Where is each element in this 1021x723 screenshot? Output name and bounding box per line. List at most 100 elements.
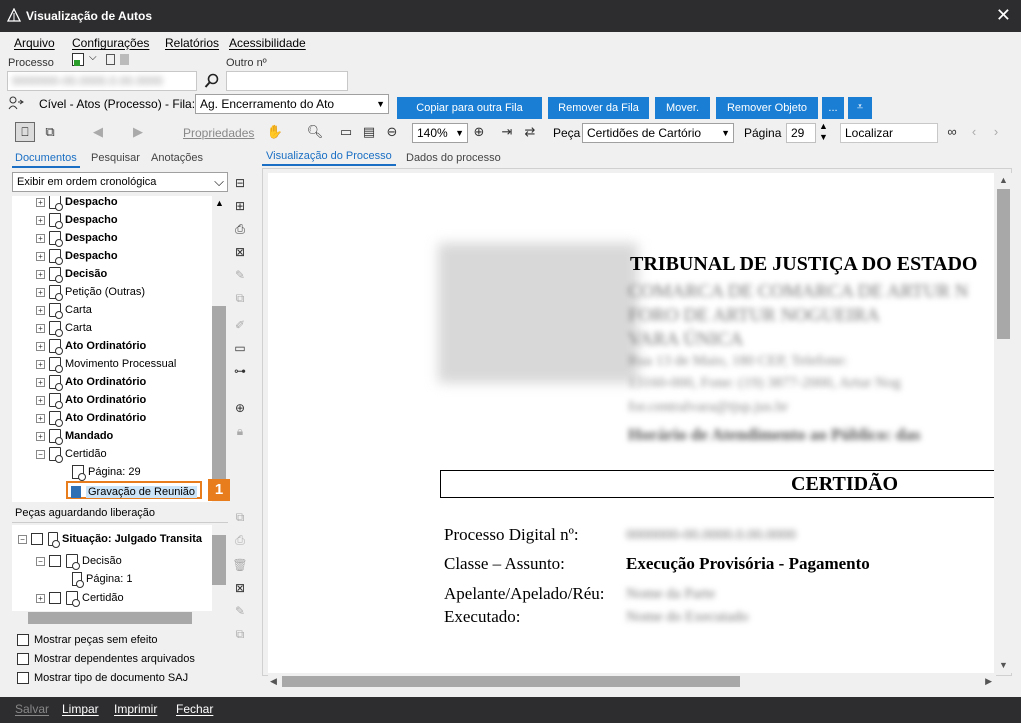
next-arrow-icon[interactable]: ▶	[128, 122, 148, 142]
pending-hscrollbar[interactable]	[12, 611, 226, 625]
save-button[interactable]: Salvar	[15, 702, 49, 716]
document-hscroll-thumb[interactable]	[282, 676, 740, 687]
tree-icon[interactable]: ⊶	[229, 361, 251, 381]
page-split-icon[interactable]: ⧉	[40, 122, 60, 142]
more-actions-button[interactable]: ...	[822, 97, 844, 119]
find-prev-icon[interactable]: ‹	[964, 122, 984, 142]
expand-toggle-icon[interactable]: +	[36, 359, 45, 369]
piece-select[interactable]: Certidões de Cartório ▼	[582, 123, 734, 143]
tree-item[interactable]: + Despacho	[36, 196, 118, 212]
expand-toggle-icon[interactable]: +	[36, 413, 45, 423]
remove-from-queue-button[interactable]: Remover da Fila	[548, 97, 649, 119]
expand-toggle-icon[interactable]: +	[36, 395, 45, 405]
expand-down-icon[interactable]: ⩡	[848, 97, 872, 119]
expand-toggle-icon[interactable]: +	[36, 323, 45, 333]
find-field[interactable]: Localizar	[840, 123, 938, 143]
expand-toggle-icon[interactable]: −	[36, 449, 45, 459]
lock-icon[interactable]: 🔒︎	[229, 421, 251, 441]
close-button[interactable]: Fechar	[176, 702, 213, 716]
move-button[interactable]: Mover.	[655, 97, 710, 119]
tree-item[interactable]: + Despacho	[36, 247, 118, 266]
expand-toggle-icon[interactable]: +	[36, 287, 45, 297]
scroll-up-icon[interactable]: ▲	[215, 198, 224, 208]
zoom-out-icon[interactable]: ⊖	[382, 122, 402, 142]
trash-icon[interactable]: 🗑︎	[229, 555, 251, 575]
tree-item[interactable]: + Decisão	[36, 265, 107, 284]
queue-select[interactable]: Ag. Encerramento do Ato ▼	[195, 94, 389, 114]
expand-toggle-icon[interactable]: +	[36, 377, 45, 387]
scroll-left-icon[interactable]: ◀	[270, 676, 277, 687]
show-archived-checkbox[interactable]: Mostrar dependentes arquivados	[17, 653, 195, 666]
pending-row-decision[interactable]: − Decisão	[36, 554, 122, 570]
document-hscrollbar[interactable]: ◀ ▶	[268, 674, 996, 690]
print-button[interactable]: Imprimir	[114, 702, 157, 716]
menu-configuracoes[interactable]: Configurações	[72, 36, 149, 50]
scroll-down-icon[interactable]: ▼	[999, 660, 1008, 670]
show-no-effect-checkbox[interactable]: Mostrar peças sem efeito	[17, 634, 158, 647]
tree-selected-recording[interactable]: Gravação de Reunião	[66, 481, 203, 499]
tree-item[interactable]: + Ato Ordinatório	[36, 391, 146, 410]
tree-item[interactable]: + Ato Ordinatório	[36, 373, 146, 392]
expand-toggle-icon[interactable]: +	[36, 197, 45, 207]
pending-scrollbar[interactable]	[212, 525, 226, 611]
tree-page-item[interactable]: Página: 29	[72, 463, 141, 482]
pending-hscroll-thumb[interactable]	[28, 612, 192, 624]
pending-row-certidao[interactable]: + Certidão	[36, 591, 124, 607]
copy-icon[interactable]: ⧉	[229, 624, 251, 644]
menu-acessibilidade[interactable]: Acessibilidade	[229, 36, 306, 50]
pending-row-page[interactable]: Página: 1	[72, 572, 132, 588]
pending-scroll-thumb[interactable]	[212, 535, 226, 585]
collapse-icon[interactable]: ⊞	[229, 196, 251, 216]
add-note-icon[interactable]: ⊕	[229, 398, 251, 418]
close-window-button[interactable]: ✕	[996, 5, 1011, 26]
note-view-icon[interactable]: ▭	[229, 338, 251, 358]
page-view-icon[interactable]: ⎕	[15, 122, 35, 142]
tree-item[interactable]: − Certidão	[36, 445, 107, 464]
fit-page-icon[interactable]: ▤	[359, 122, 379, 142]
expand-toggle-icon[interactable]: +	[36, 431, 45, 441]
remove-object-button[interactable]: Remover Objeto	[716, 97, 818, 119]
edit-icon[interactable]: ✐	[229, 315, 251, 335]
certify-icon[interactable]: ⎙	[229, 530, 251, 550]
expand-toggle-icon[interactable]: +	[36, 269, 45, 279]
unlink-icon[interactable]: ⊠	[229, 242, 251, 262]
tree-item[interactable]: + Carta	[36, 319, 92, 338]
share-icon[interactable]: ⇄	[520, 122, 540, 142]
other-number-field[interactable]	[226, 71, 348, 91]
certify-icon[interactable]: ⎙	[229, 219, 251, 239]
show-doc-type-checkbox[interactable]: Mostrar tipo de documento SAJ	[17, 672, 188, 685]
export-icon[interactable]: ⇥	[497, 122, 517, 142]
find-next-icon[interactable]: ›	[986, 122, 1006, 142]
archive-icon[interactable]: ⧉	[229, 507, 251, 527]
expand-toggle-icon[interactable]: +	[36, 215, 45, 225]
tab-documents[interactable]: Documentos	[12, 150, 80, 168]
expand-toggle-icon[interactable]: +	[36, 233, 45, 243]
zoom-select[interactable]: 140% ▼	[412, 123, 468, 143]
expand-toggle-icon[interactable]: +	[36, 341, 45, 351]
document-vscroll-thumb[interactable]	[997, 189, 1010, 339]
tab-notes[interactable]: Anotações	[148, 150, 206, 166]
tree-scrollbar[interactable]: ▲	[212, 196, 226, 502]
tree-item[interactable]: + Petição (Outras)	[36, 283, 145, 302]
tree-item[interactable]: + Movimento Processual	[36, 355, 176, 374]
tree-item[interactable]: + Carta	[36, 301, 92, 320]
chevron-down-icon[interactable]: ⌵	[89, 52, 97, 63]
order-select[interactable]: Exibir em ordem cronológica ⌵	[12, 172, 228, 192]
process-number-field[interactable]: 0000000-00.0000.0.00.0000	[7, 71, 197, 91]
prev-arrow-icon[interactable]: ◀	[88, 122, 108, 142]
search-icon[interactable]	[204, 73, 220, 89]
pending-row-situation[interactable]: − Situação: Julgado Transita	[18, 532, 202, 548]
scroll-up-icon[interactable]: ▲	[999, 175, 1008, 185]
hand-tool-icon[interactable]: ✋	[265, 122, 285, 142]
sign-icon[interactable]: ✎	[229, 265, 251, 285]
clear-button[interactable]: Limpar	[62, 702, 99, 716]
tree-item[interactable]: + Ato Ordinatório	[36, 409, 146, 428]
note-icon[interactable]	[106, 54, 115, 65]
binoculars-icon[interactable]: ∞	[942, 122, 962, 142]
fit-width-icon[interactable]: ▭	[336, 122, 356, 142]
expand-toggle-icon[interactable]: +	[36, 305, 45, 315]
unlink-icon[interactable]: ⊠	[229, 578, 251, 598]
tree-scroll-thumb[interactable]	[212, 306, 226, 486]
tree-item[interactable]: + Mandado	[36, 427, 113, 446]
tab-process-data[interactable]: Dados do processo	[402, 150, 505, 166]
